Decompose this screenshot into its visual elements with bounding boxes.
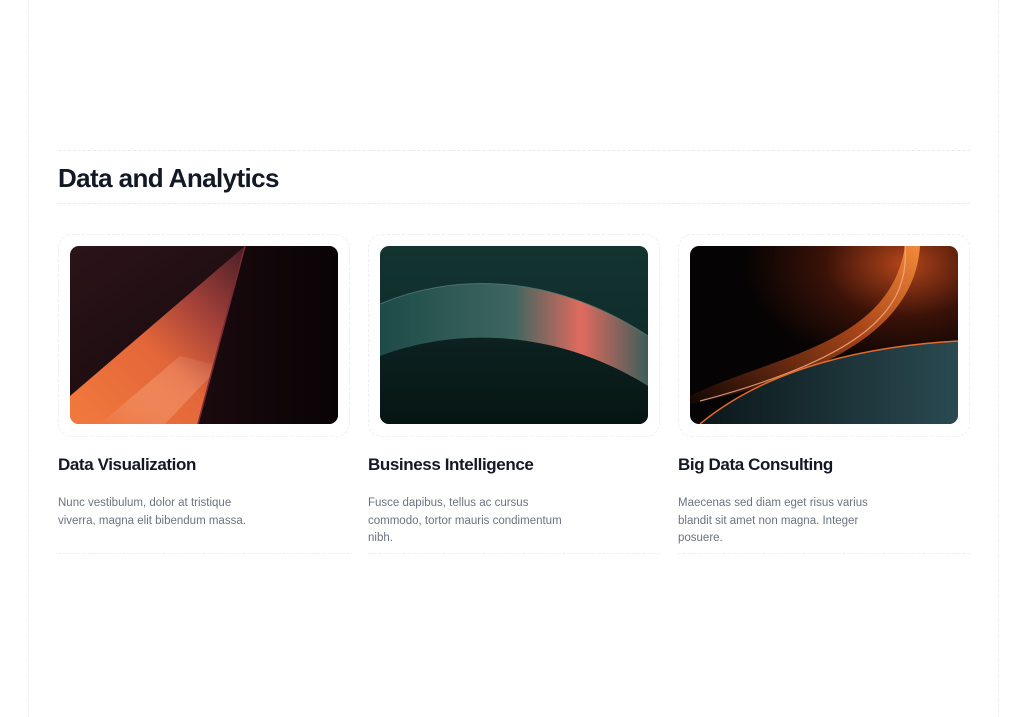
abstract-dark-curve-image[interactable] bbox=[690, 246, 958, 424]
card-divider bbox=[678, 553, 970, 554]
card-description: Fusce dapibus, tellus ac cursus commodo,… bbox=[368, 497, 562, 544]
card-title[interactable]: Data Visualization bbox=[58, 454, 196, 476]
section-title-divider bbox=[58, 203, 970, 204]
section-title: Data and Analytics bbox=[58, 163, 279, 193]
card-description: Maecenas sed diam eget risus varius blan… bbox=[678, 497, 868, 544]
frame-guide-right bbox=[998, 0, 999, 717]
page: Data and Analytics Data Visualization Nu… bbox=[0, 0, 1029, 717]
card-divider bbox=[368, 553, 660, 554]
abstract-orange-triangle-image[interactable] bbox=[70, 246, 338, 424]
card-image-frame bbox=[58, 234, 350, 437]
frame-guide-left bbox=[28, 0, 29, 717]
data-analytics-section: Data and Analytics Data Visualization Nu… bbox=[58, 150, 970, 554]
card-title[interactable]: Big Data Consulting bbox=[678, 454, 833, 476]
service-card-business-intelligence[interactable]: Business Intelligence Fusce dapibus, tel… bbox=[368, 234, 660, 554]
card-description: Nunc vestibulum, dolor at tristique vive… bbox=[58, 497, 246, 527]
service-card-big-data-consulting[interactable]: Big Data Consulting Maecenas sed diam eg… bbox=[678, 234, 970, 554]
service-cards: Data Visualization Nunc vestibulum, dolo… bbox=[58, 234, 970, 554]
card-image-frame bbox=[678, 234, 970, 437]
abstract-teal-wave-image[interactable] bbox=[380, 246, 648, 424]
card-divider bbox=[58, 553, 350, 554]
card-title[interactable]: Business Intelligence bbox=[368, 454, 534, 476]
service-card-data-visualization[interactable]: Data Visualization Nunc vestibulum, dolo… bbox=[58, 234, 350, 554]
card-image-frame bbox=[368, 234, 660, 437]
